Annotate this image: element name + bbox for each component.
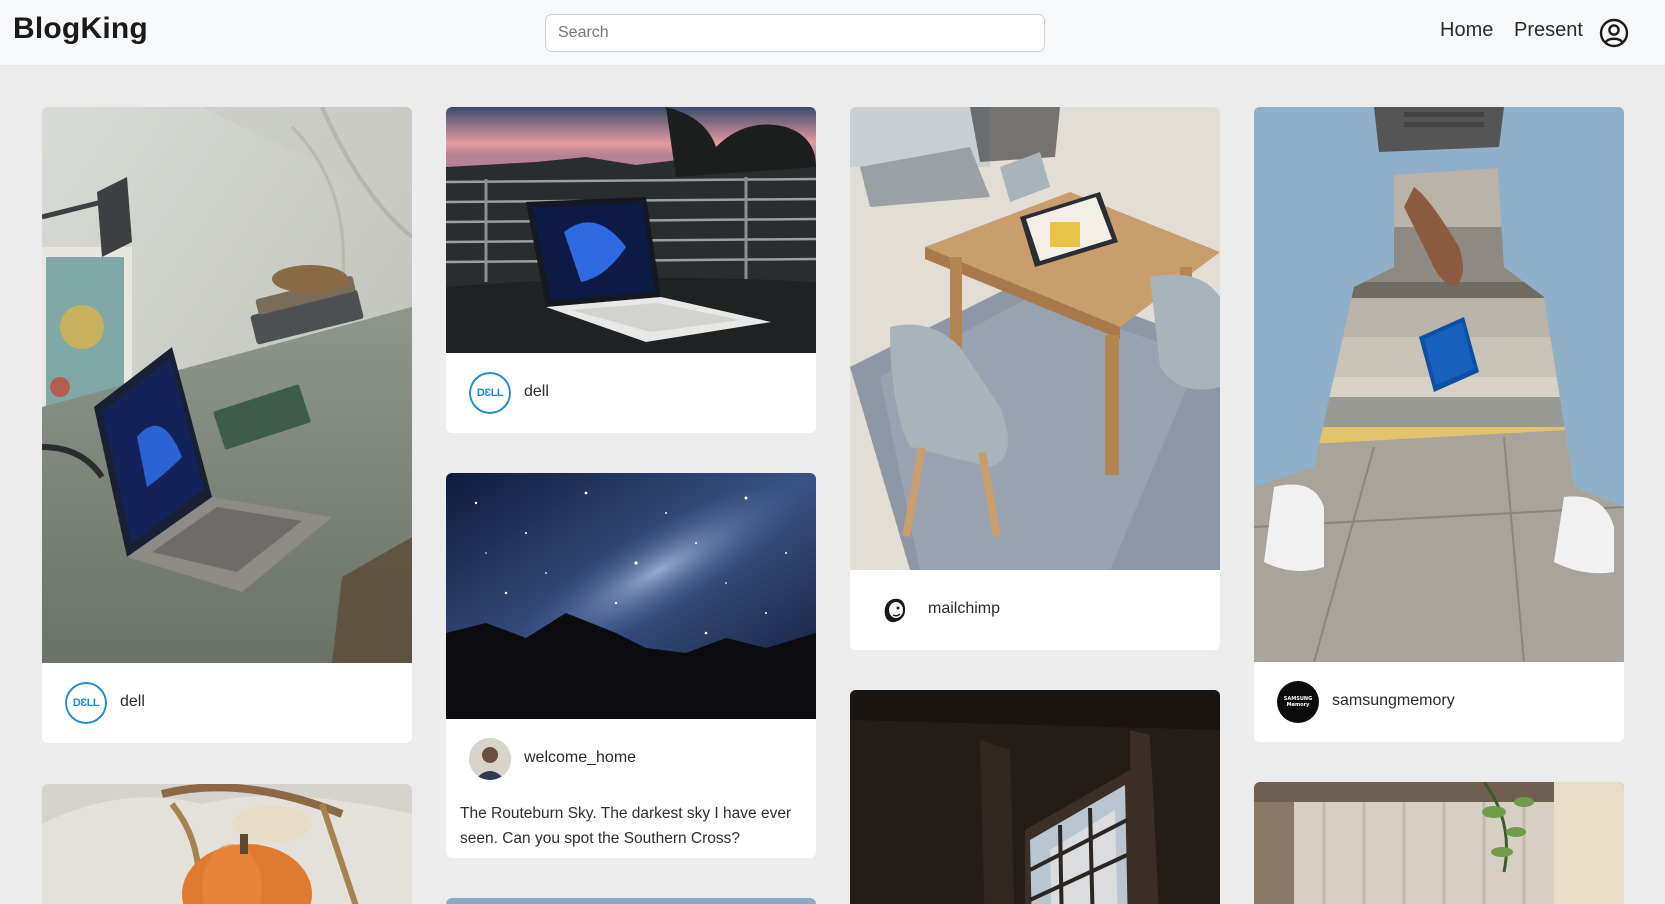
post-author-row: mailchimp <box>850 570 1220 650</box>
samsung-memory-logo-icon[interactable]: SAMSUNG Memory <box>1277 681 1319 723</box>
post-image-window-curtain[interactable] <box>1254 782 1624 904</box>
top-navbar: BlogKing Home Present <box>0 0 1665 66</box>
nav-present-link[interactable]: Present <box>1514 19 1583 42</box>
dell-logo-icon[interactable]: DƐLL <box>469 372 511 414</box>
post-card[interactable] <box>42 784 412 904</box>
dell-logo-icon[interactable]: DƐLL <box>65 682 107 724</box>
post-card[interactable] <box>850 690 1220 904</box>
post-card[interactable]: welcome_home The Routeburn Sky. The dark… <box>446 473 816 858</box>
post-author-row: welcome_home The Routeburn Sky. The dark… <box>446 719 816 858</box>
post-image-table-chairs[interactable] <box>850 107 1220 570</box>
post-author-name[interactable]: dell <box>524 383 549 401</box>
user-account-icon[interactable] <box>1599 18 1629 48</box>
post-author-name[interactable]: welcome_home <box>524 749 636 767</box>
post-card[interactable] <box>1254 782 1624 904</box>
brand-logo[interactable]: BlogKing <box>13 12 148 46</box>
post-image-night-sky[interactable] <box>446 473 816 719</box>
post-description: The Routeburn Sky. The darkest sky I hav… <box>460 805 792 847</box>
nav-home-link[interactable]: Home <box>1440 19 1493 42</box>
post-image-pumpkin-basket[interactable] <box>42 784 412 904</box>
post-author-name[interactable]: dell <box>120 693 145 711</box>
post-card[interactable]: DƐLL dell <box>42 107 412 743</box>
post-image-ssd-drop[interactable] <box>1254 107 1624 662</box>
post-card[interactable]: DƐLL dell <box>446 107 816 433</box>
search-input[interactable] <box>545 14 1045 52</box>
post-card[interactable]: SAMSUNG Memory samsungmemory <box>1254 107 1624 742</box>
post-card[interactable] <box>446 898 816 904</box>
post-author-name[interactable]: samsungmemory <box>1332 692 1455 710</box>
post-image-laptop-sunset[interactable] <box>446 107 816 353</box>
post-author-row: DƐLL dell <box>446 353 816 433</box>
post-image[interactable] <box>446 898 816 904</box>
post-author-name[interactable]: mailchimp <box>928 600 1000 618</box>
post-author-row: SAMSUNG Memory samsungmemory <box>1254 662 1624 742</box>
post-card[interactable]: mailchimp <box>850 107 1220 650</box>
post-image-laptop-desk[interactable] <box>42 107 412 663</box>
post-author-row: DƐLL dell <box>42 663 412 743</box>
mailchimp-logo-icon[interactable] <box>873 589 915 631</box>
user-photo-avatar[interactable] <box>469 738 511 780</box>
post-image-dark-window[interactable] <box>850 690 1220 904</box>
